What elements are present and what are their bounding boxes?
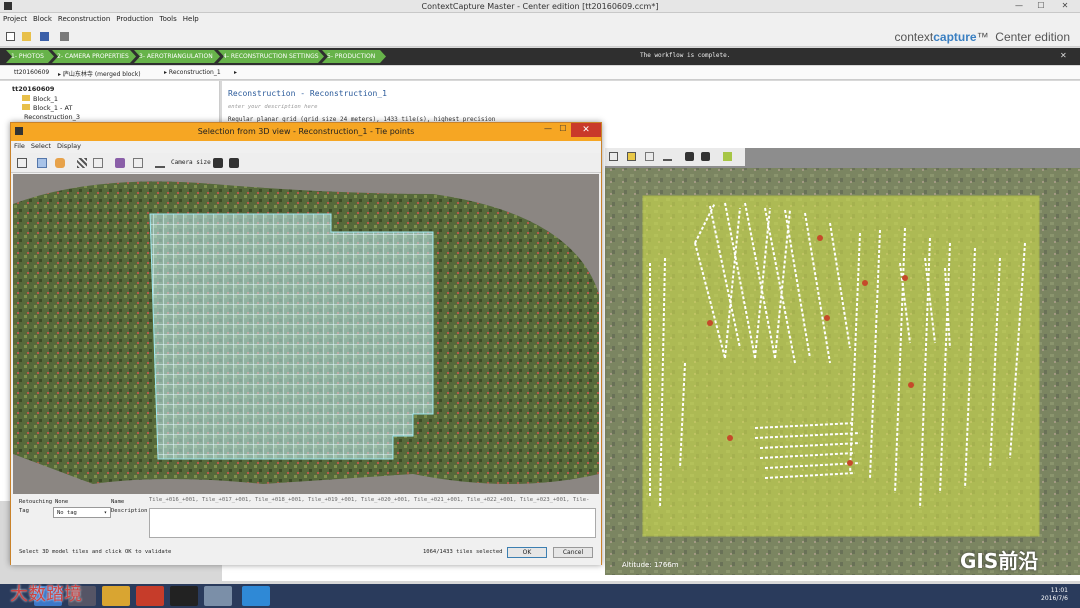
tag-select[interactable]: No tag ▾: [53, 507, 111, 518]
menu-help[interactable]: Help: [180, 13, 202, 25]
save-project-icon[interactable]: [40, 32, 49, 41]
menu-project[interactable]: Project: [0, 13, 30, 25]
close-button[interactable]: ✕: [1054, 0, 1076, 12]
watermark-right: GIS前沿: [960, 549, 1039, 573]
dialog-title: Selection from 3D view - Reconstruction_…: [197, 127, 415, 136]
dialog-toolbar: Camera size: [11, 153, 601, 173]
menu-bar: Project Block Reconstruction Production Tool…: [0, 13, 1080, 27]
tree-item-reconstruction[interactable]: Reconstruction_3: [24, 113, 80, 121]
watermark-left: 大数踏境: [10, 584, 82, 605]
camera-icon[interactable]: [685, 152, 694, 161]
name-label: Name: [111, 499, 125, 505]
window-title: ContextCapture Master - Center edition […: [421, 2, 659, 11]
project-extent-overlay: [642, 195, 1040, 537]
camera-size-label: Camera size: [171, 159, 211, 166]
step-camera-properties[interactable]: 2- CAMERA PROPERTIES: [52, 50, 136, 63]
tie-points-3d-view[interactable]: [13, 174, 599, 494]
folder-icon[interactable]: [102, 586, 130, 606]
camera-icon[interactable]: [213, 158, 223, 168]
selection-status: 1064/1433 tiles selected: [423, 549, 503, 555]
brand-logo: contextcapture™ Center edition: [894, 30, 1070, 44]
breadcrumb-more[interactable]: ▸: [234, 69, 237, 76]
tag-value: No tag: [57, 510, 77, 516]
new-project-icon[interactable]: [6, 32, 15, 41]
tag-label: Tag: [19, 508, 29, 514]
cancel-button[interactable]: Cancel: [553, 547, 593, 558]
breadcrumb: tt20160609 ▸ 庐山东林寺 (merged block) ▸ Reco…: [0, 66, 1080, 80]
selection-dialog: Selection from 3D view - Reconstruction_…: [10, 122, 602, 565]
contextcapture-icon[interactable]: [170, 586, 198, 606]
open-project-icon[interactable]: [22, 32, 31, 41]
validation-hint: Select 3D model tiles and click OK to va…: [19, 549, 172, 555]
pan-hand-icon[interactable]: [55, 158, 65, 168]
dialog-close-button[interactable]: ✕: [571, 123, 601, 137]
breadcrumb-reconstruction[interactable]: ▸ Reconstruction_1: [164, 69, 221, 76]
dialog-menu-display[interactable]: Display: [54, 141, 84, 151]
workflow-status: The workflow is complete.: [640, 52, 731, 59]
tree-item-block[interactable]: Block_1: [22, 95, 58, 103]
step-photos[interactable]: 1- PHOTOS: [6, 50, 54, 63]
step-aerotriangulation[interactable]: 3- AEROTRIANGULATION: [134, 50, 220, 63]
checker-icon[interactable]: [77, 158, 87, 168]
dialog-menu-file[interactable]: File: [11, 141, 28, 151]
workflow-step-bar: 1- PHOTOS 2- CAMERA PROPERTIES 3- AEROTR…: [0, 48, 1080, 65]
taskbar: [0, 584, 1080, 608]
home-icon[interactable]: [17, 158, 27, 168]
clock-date: 2016/7/6: [1041, 595, 1068, 602]
word-icon[interactable]: [242, 586, 270, 606]
chrome-icon[interactable]: [204, 586, 232, 606]
measure-icon[interactable]: [155, 158, 165, 168]
menu-reconstruction[interactable]: Reconstruction: [55, 13, 113, 25]
step-reconstruction-settings[interactable]: 4- RECONSTRUCTION SETTINGS: [218, 50, 324, 63]
layer-icon[interactable]: [723, 152, 732, 161]
clock-time: 11:01: [1050, 587, 1068, 594]
altitude-readout: Altitude: 1766m: [622, 561, 679, 569]
measure-icon[interactable]: [663, 152, 672, 161]
dialog-titlebar: Selection from 3D view - Reconstruction_…: [11, 123, 601, 141]
retouching-label: Retouching: [19, 499, 53, 505]
menu-tools[interactable]: Tools: [157, 13, 180, 25]
ok-button[interactable]: OK: [507, 547, 547, 558]
snapshot-icon[interactable]: [229, 158, 239, 168]
cube-icon[interactable]: [627, 152, 636, 161]
tree-root[interactable]: tt20160609: [12, 85, 54, 93]
description-input[interactable]: [149, 508, 596, 538]
app-red-icon[interactable]: [136, 586, 164, 606]
home-icon[interactable]: [609, 152, 618, 161]
minimize-button[interactable]: —: [1008, 0, 1030, 12]
dialog-minimize-button[interactable]: —: [541, 124, 555, 136]
right-3d-view[interactable]: [605, 148, 1080, 575]
description-label: Description: [111, 508, 148, 514]
system-clock: 11:01 2016/7/6: [1041, 587, 1068, 603]
step-production[interactable]: 5- PRODUCTION: [322, 50, 386, 63]
dialog-menu-bar: File Select Display: [11, 141, 601, 153]
tree-item-block-at[interactable]: Block_1 - AT: [22, 104, 72, 112]
select-tool-icon[interactable]: [37, 158, 47, 168]
grid-icon[interactable]: [133, 158, 143, 168]
menu-block[interactable]: Block: [30, 13, 55, 25]
close-workflow-icon[interactable]: ✕: [1060, 51, 1067, 60]
grid-icon[interactable]: [645, 152, 654, 161]
tile-names-field[interactable]: Tile_+016_+001, Tile_+017_+001, Tile_+01…: [149, 497, 596, 507]
dialog-bottom-panel: Retouching None Name Tag No tag ▾ Descri…: [11, 495, 601, 565]
view-toolbar: [605, 148, 745, 166]
window-titlebar: ContextCapture Master - Center edition […: [0, 0, 1080, 13]
box-select-icon[interactable]: [93, 158, 103, 168]
retouching-value: None: [55, 499, 69, 505]
photo-footprint-map: [605, 168, 1080, 575]
breadcrumb-block[interactable]: ▸ 庐山东林寺 (merged block): [58, 69, 141, 78]
reconstruction-title: Reconstruction - Reconstruction_1: [228, 89, 387, 98]
eraser-icon[interactable]: [115, 158, 125, 168]
job-monitor-icon[interactable]: [60, 32, 69, 41]
dialog-menu-select[interactable]: Select: [28, 141, 54, 151]
maximize-button[interactable]: ☐: [1030, 0, 1052, 12]
breadcrumb-project[interactable]: tt20160609: [14, 69, 49, 76]
chevron-down-icon: ▾: [103, 510, 107, 516]
snapshot-icon[interactable]: [701, 152, 710, 161]
dialog-maximize-button[interactable]: ☐: [556, 124, 570, 136]
selected-tiles-grid: [149, 213, 434, 460]
menu-production[interactable]: Production: [113, 13, 156, 25]
description-field[interactable]: enter your description here: [228, 104, 317, 110]
tile-selection-canvas: [13, 181, 599, 484]
